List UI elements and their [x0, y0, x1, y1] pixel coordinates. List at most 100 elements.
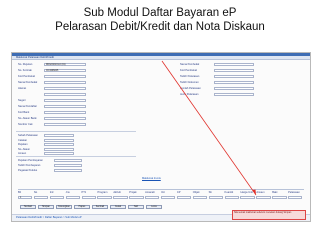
- lower-col-input[interactable]: [54, 159, 82, 162]
- mid-col-input[interactable]: [44, 152, 74, 155]
- table-header-cell: Projek: [129, 191, 137, 194]
- section-divider: [16, 131, 136, 132]
- table-header-cell: Sb: [208, 191, 212, 194]
- mid-col-label: No. Akaun: [18, 147, 30, 151]
- table-header-cell: Amaun: [256, 191, 265, 194]
- lower-col-label: Tarikh Pembayaran: [18, 164, 41, 167]
- right-col-input[interactable]: [214, 87, 254, 90]
- button-simpan[interactable]: Simpan: [38, 205, 54, 209]
- table-header-cell: Kuantiti: [224, 191, 234, 194]
- table-header-cell: Baki: [272, 191, 278, 194]
- button-kosongkan[interactable]: Kosongkan: [56, 205, 72, 209]
- button-tambah[interactable]: Tambah: [20, 205, 36, 209]
- section-divider: [16, 156, 136, 157]
- left-col-input[interactable]: [44, 87, 86, 90]
- table-header-cell: Pelarasan: [288, 191, 300, 194]
- right-col-input[interactable]: [214, 81, 254, 84]
- button-cetak[interactable]: Cetak: [110, 205, 126, 209]
- left-col-input[interactable]: [44, 81, 86, 84]
- right-col-label: Tarikh Dokumen: [180, 81, 199, 84]
- table-cell[interactable]: [192, 196, 208, 199]
- mid-col-input[interactable]: [44, 143, 74, 146]
- table-cell[interactable]: [65, 196, 81, 199]
- button-hapus[interactable]: Hapus: [74, 205, 90, 209]
- table-cell[interactable]: [145, 196, 160, 199]
- table-cell[interactable]: [208, 196, 224, 199]
- table-header-cell: Ind: [49, 191, 54, 194]
- right-col-input[interactable]: [214, 93, 254, 96]
- mid-col-input[interactable]: [44, 134, 74, 137]
- left-col-value: DDG010101-0 (01): [46, 64, 66, 66]
- table-cell[interactable]: [288, 196, 303, 199]
- invoice-table: Bil No Ind Jns PTJ Program Aktiviti Projek Amana…: [18, 189, 304, 204]
- button-sah[interactable]: Sah: [128, 205, 144, 209]
- table-cell[interactable]: [176, 196, 192, 199]
- tab-bar: Maklumat Pelarasan Debit/Kredit: [12, 56, 310, 60]
- right-col-input[interactable]: [214, 69, 254, 72]
- left-col-input[interactable]: [44, 75, 86, 78]
- left-col-label: Nama Pendaftar: [18, 105, 37, 108]
- left-col-label: Alamat: [18, 87, 27, 90]
- table-cell[interactable]: [224, 196, 239, 199]
- table-cell[interactable]: [256, 196, 271, 199]
- left-col-input[interactable]: [44, 123, 86, 126]
- left-col-input[interactable]: [44, 111, 86, 114]
- lower-col-label: Rujukan Pembayaran: [18, 159, 43, 162]
- table-cell[interactable]: [113, 196, 128, 199]
- left-col-input[interactable]: [44, 93, 86, 96]
- left-col-label: Nombor Cek: [18, 123, 33, 126]
- right-col-input[interactable]: [214, 75, 254, 78]
- breadcrumb-link[interactable]: Pelarasan Debit/Kredit > Daftar Bayaran …: [16, 216, 82, 219]
- left-col-label: Negeri: [18, 99, 26, 102]
- right-col-label: Kod Pembekal: [180, 69, 197, 72]
- mid-col-input[interactable]: [44, 138, 74, 142]
- lower-col-input[interactable]: [54, 169, 82, 172]
- mid-col-label: Catatan: [18, 138, 28, 142]
- table-cell[interactable]: [161, 196, 176, 199]
- left-col-label: No. Rujukan: [18, 63, 33, 66]
- table-cell[interactable]: [97, 196, 112, 199]
- left-col-input[interactable]: [44, 117, 86, 120]
- table-cell[interactable]: [49, 196, 65, 199]
- button-kembali[interactable]: Kembali: [92, 205, 108, 209]
- left-col-input[interactable]: [44, 99, 86, 102]
- left-col-label: No. Akaun Bank: [18, 117, 37, 120]
- table-header-cell: PTJ: [81, 191, 87, 194]
- left-col-input[interactable]: DDG010101-0 (01): [44, 63, 86, 66]
- table-header-cell: Harga Unit: [240, 191, 253, 194]
- left-col-value: CC3406005: [46, 70, 59, 72]
- table-cell[interactable]: [129, 196, 144, 199]
- left-col-input[interactable]: [44, 105, 86, 108]
- slide-title-line-2: Pelarasan Debit/Kredit dan Nota Diskaun: [55, 21, 265, 33]
- table-cell[interactable]: [240, 196, 255, 199]
- right-col-input[interactable]: [214, 63, 254, 66]
- mid-col-label: Sebab Pelarasan: [18, 134, 38, 137]
- table-header-cell: Amanah: [145, 191, 155, 194]
- tab-maklumat-pelarasan[interactable]: Maklumat Pelarasan Debit/Kredit: [16, 56, 54, 59]
- table-header-cell: CP: [176, 191, 181, 194]
- right-col-label: Nama Pembekal: [180, 63, 200, 66]
- table-cell[interactable]: [272, 196, 287, 199]
- table-header-cell: Jns: [65, 191, 70, 194]
- table-cell[interactable]: [81, 196, 96, 199]
- table-cell[interactable]: [33, 196, 49, 199]
- right-col-label: Tarikh Pelarasan: [180, 75, 200, 78]
- lower-col-input[interactable]: [54, 164, 82, 167]
- lower-col-label: Pegawai Pelulus: [18, 169, 38, 172]
- mid-col-input[interactable]: [44, 147, 74, 151]
- application-screenshot: Maklumat Pelarasan Debit/Kredit No. Ruju…: [11, 52, 311, 222]
- table-header-cell: Program: [97, 191, 108, 194]
- maklumat-invois-link[interactable]: Maklumat Invois: [142, 177, 161, 180]
- warning-note-text: Sila semak maklumat sebelum menekan buta…: [234, 212, 292, 214]
- button-lulus[interactable]: Lulus: [146, 205, 162, 209]
- table-header-cell: Aktiviti: [113, 191, 121, 194]
- right-col-label: Jenis Pelarasan: [180, 93, 199, 96]
- left-col-label: Kod Bank: [18, 111, 30, 114]
- warning-note: Sila semak maklumat sebelum menekan buta…: [232, 210, 306, 220]
- left-col-label: No. Kontrak: [18, 69, 32, 72]
- mid-col-label: Rujukan: [18, 143, 28, 146]
- left-col-input[interactable]: CC3406005: [44, 69, 86, 72]
- left-col-label: Nama Pembekal: [18, 81, 38, 84]
- table-cell-value: 1: [20, 197, 22, 199]
- table-cell[interactable]: 1: [18, 196, 33, 199]
